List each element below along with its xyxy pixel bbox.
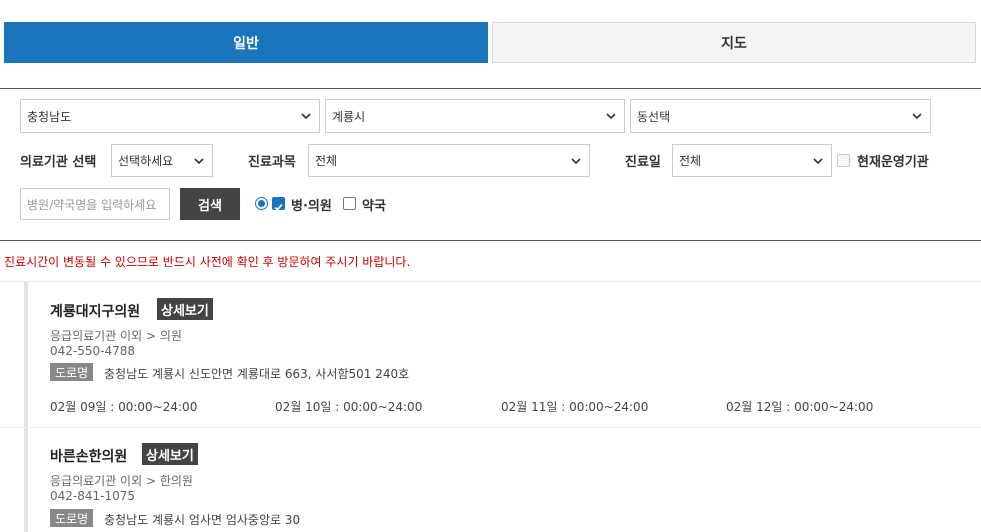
day-label: 진료일 (625, 155, 661, 170)
hours-day-2: 02월 10일 : 00:00~24:00 (275, 400, 423, 414)
pharmacy-checkbox[interactable] (343, 197, 356, 210)
clinic-name[interactable]: 계룡대지구의원 (50, 301, 140, 321)
operating-checkbox[interactable] (837, 154, 850, 167)
result-item: 계룡대지구의원 상세보기 응급의료기관 이외 > 의원 042-550-4788… (24, 282, 981, 427)
clinic-category: 응급의료기관 이외 > 의원 (50, 329, 182, 343)
town-select[interactable]: 동선택 (630, 99, 931, 133)
radio-icon[interactable] (255, 197, 268, 210)
tab-map[interactable]: 지도 (492, 22, 976, 63)
clinic-address: 충청남도 계룡시 엄사면 엄사중앙로 30 (104, 513, 301, 527)
town-value: 동선택 (637, 109, 671, 124)
clinic-address: 충청남도 계룡시 신도안면 계룡대로 663, 사서함501 240호 (104, 367, 410, 381)
institution-label: 의료기관 선택 (20, 155, 97, 170)
day-value: 전체 (679, 154, 702, 168)
institution-select[interactable]: 선택하세요 (111, 144, 213, 177)
chevron-down-icon (194, 158, 204, 165)
clinic-name[interactable]: 바른손한의원 (50, 446, 127, 466)
search-button[interactable]: 검색 (180, 188, 240, 220)
detail-button[interactable]: 상세보기 (157, 298, 213, 320)
clinic-phone: 042-550-4788 (50, 344, 136, 358)
hours-day-4: 02월 12일 : 00:00~24:00 (726, 400, 874, 414)
hospital-checkbox[interactable] (272, 197, 285, 211)
view-tabs: 일반 지도 (4, 22, 976, 63)
chevron-down-icon (606, 113, 616, 120)
province-select[interactable]: 충청남도 (20, 99, 320, 133)
clinic-phone: 042-841-1075 (50, 489, 136, 503)
institution-value: 선택하세요 (118, 154, 174, 168)
hours-day-3: 02월 11일 : 00:00~24:00 (501, 400, 649, 414)
department-label: 진료과목 (248, 155, 296, 170)
clinic-category: 응급의료기관 이외 > 한의원 (50, 474, 193, 488)
department-value: 전체 (315, 154, 338, 168)
chevron-down-icon (813, 158, 823, 165)
hospital-label: 병·의원 (291, 199, 332, 214)
tab-general[interactable]: 일반 (4, 22, 488, 63)
search-input[interactable]: 병원/약국명을 입력하세요 (20, 188, 170, 220)
operating-label: 현재운영기관 (857, 155, 929, 170)
chevron-down-icon (301, 113, 311, 120)
search-panel: 충청남도 계룡시 동선택 의료기관 선택 선택하세요 진료과목 전체 진료일 전… (0, 88, 981, 241)
result-item: 바른손한의원 상세보기 응급의료기관 이외 > 한의원 042-841-1075… (24, 428, 981, 532)
notice-text: 진료시간이 변동될 수 있으므로 반드시 사전에 확인 후 방문하여 주시기 바… (4, 255, 411, 269)
detail-button[interactable]: 상세보기 (142, 443, 198, 465)
day-select[interactable]: 전체 (672, 144, 832, 177)
department-select[interactable]: 전체 (308, 144, 590, 177)
province-value: 충청남도 (27, 109, 72, 124)
chevron-down-icon (912, 113, 922, 120)
city-select[interactable]: 계룡시 (325, 99, 625, 133)
road-address-badge: 도로명 (50, 509, 94, 527)
pharmacy-label: 약국 (362, 199, 386, 214)
hours-day-1: 02월 09일 : 00:00~24:00 (50, 400, 198, 414)
checkmark-icon (274, 203, 283, 211)
chevron-down-icon (571, 158, 581, 165)
road-address-badge: 도로명 (50, 363, 94, 381)
city-value: 계룡시 (332, 109, 366, 124)
